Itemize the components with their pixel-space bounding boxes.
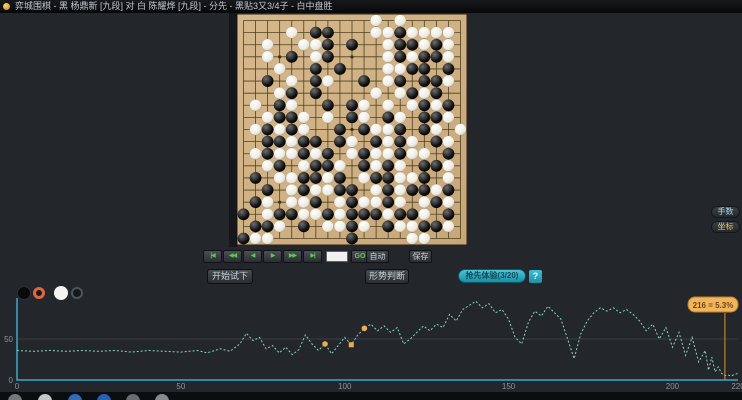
back-button[interactable]: ◀ bbox=[243, 249, 262, 263]
question-mark-icon: ? bbox=[532, 271, 539, 281]
toggle-coordinates-button[interactable]: 坐标 bbox=[711, 221, 740, 233]
skip-first-icon: |◀ bbox=[210, 252, 215, 259]
winrate-chart[interactable]: 0 50 0 50 100 150 200 220 216 = 5.3% bbox=[0, 284, 742, 392]
svg-text:50: 50 bbox=[176, 382, 185, 391]
fast-forward-icon: ▶▶ bbox=[288, 252, 297, 259]
fast-back-icon: ◀◀ bbox=[228, 252, 237, 259]
go-board[interactable] bbox=[236, 13, 468, 246]
svg-text:216 = 5.3%: 216 = 5.3% bbox=[693, 301, 734, 310]
position-judge-button[interactable]: 形势判断 bbox=[365, 269, 409, 284]
skip-last-icon: ▶| bbox=[310, 252, 315, 259]
auto-play-button[interactable]: 自动 bbox=[366, 250, 389, 263]
svg-text:220: 220 bbox=[731, 382, 742, 391]
save-label: 保存 bbox=[412, 252, 429, 261]
taskbar[interactable] bbox=[0, 392, 742, 400]
svg-text:200: 200 bbox=[666, 382, 680, 391]
help-button[interactable]: ? bbox=[529, 270, 542, 283]
taskbar-icon[interactable] bbox=[126, 394, 140, 400]
start-trial-button[interactable]: 开始试下 bbox=[207, 269, 253, 284]
title-bar: 弈城围棋 - 黑 杨鼎新 [九段] 对 白 陈耀烨 [九段] - 分先 - 黑贴… bbox=[0, 0, 742, 13]
svg-text:100: 100 bbox=[338, 382, 352, 391]
taskbar-icon[interactable] bbox=[38, 394, 52, 400]
svg-text:150: 150 bbox=[502, 382, 516, 391]
first-move-button[interactable]: |◀ bbox=[203, 249, 222, 263]
ai-analysis-button[interactable]: 抢先体验(3/20) bbox=[458, 269, 526, 283]
app-icon bbox=[3, 3, 10, 10]
start-trial-label: 开始试下 bbox=[211, 271, 248, 281]
auto-label: 自动 bbox=[369, 252, 386, 261]
save-button[interactable]: 保存 bbox=[409, 250, 432, 263]
last-move-button[interactable]: ▶| bbox=[303, 249, 322, 263]
svg-text:0: 0 bbox=[9, 376, 14, 385]
forward-icon: ▶ bbox=[270, 252, 276, 259]
fast-forward-button[interactable]: ▶▶ bbox=[283, 249, 302, 263]
move-number-input[interactable] bbox=[326, 250, 348, 262]
playback-controls: |◀ ◀◀ ◀ ▶ ▶▶ ▶| GO bbox=[203, 249, 369, 263]
position-judge-label: 形势判断 bbox=[368, 271, 405, 281]
taskbar-icon[interactable] bbox=[155, 394, 169, 400]
taskbar-icon[interactable] bbox=[68, 394, 82, 400]
taskbar-icon[interactable] bbox=[8, 394, 22, 400]
go-label: GO bbox=[354, 252, 366, 260]
toggle-move-numbers-button[interactable]: 手数 bbox=[711, 206, 740, 218]
go-board-canvas[interactable] bbox=[236, 13, 468, 246]
move-numbers-label: 手数 bbox=[717, 207, 734, 216]
taskbar-icon[interactable] bbox=[97, 394, 111, 400]
svg-text:50: 50 bbox=[4, 335, 13, 344]
svg-text:0: 0 bbox=[15, 382, 20, 391]
coordinates-label: 坐标 bbox=[717, 222, 734, 231]
fast-back-button[interactable]: ◀◀ bbox=[223, 249, 242, 263]
ai-analysis-label: 抢先体验(3/20) bbox=[465, 271, 519, 280]
window-title: 弈城围棋 - 黑 杨鼎新 [九段] 对 白 陈耀烨 [九段] - 分先 - 黑贴… bbox=[15, 1, 333, 11]
back-icon: ◀ bbox=[250, 252, 256, 259]
forward-button[interactable]: ▶ bbox=[263, 249, 282, 263]
